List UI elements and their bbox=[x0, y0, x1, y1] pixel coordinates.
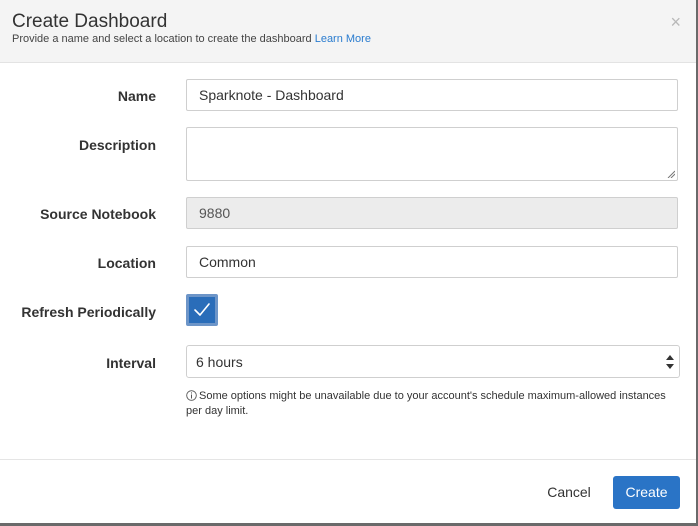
interval-note: Some options might be unavailable due to… bbox=[186, 389, 678, 419]
interval-selected-value: 6 hours bbox=[196, 354, 243, 370]
close-icon[interactable]: × bbox=[670, 13, 681, 31]
source-notebook-label: Source Notebook bbox=[40, 206, 156, 222]
name-input[interactable] bbox=[186, 79, 678, 111]
create-button[interactable]: Create bbox=[613, 476, 680, 509]
refresh-periodically-label: Refresh Periodically bbox=[21, 304, 156, 320]
info-icon bbox=[186, 390, 197, 401]
cancel-button[interactable]: Cancel bbox=[536, 476, 602, 508]
name-label: Name bbox=[117, 88, 156, 104]
learn-more-link[interactable]: Learn More bbox=[315, 33, 371, 45]
source-notebook-input bbox=[186, 197, 678, 229]
interval-label: Interval bbox=[106, 355, 156, 371]
interval-note-text: Some options might be unavailable due to… bbox=[186, 390, 666, 417]
location-input[interactable] bbox=[186, 246, 678, 278]
create-dashboard-dialog: Create Dashboard Provide a name and sele… bbox=[0, 0, 698, 526]
description-textarea[interactable] bbox=[186, 127, 678, 181]
resize-grip-icon[interactable] bbox=[667, 170, 675, 178]
interval-select[interactable]: 6 hours bbox=[186, 345, 680, 378]
dialog-footer: Cancel Create bbox=[0, 459, 696, 523]
dialog-header: Create Dashboard Provide a name and sele… bbox=[0, 0, 696, 63]
description-label: Description bbox=[78, 137, 156, 153]
location-label: Location bbox=[97, 255, 156, 271]
checkmark-icon bbox=[194, 303, 210, 316]
dialog-subtitle-text: Provide a name and select a location to … bbox=[12, 33, 312, 45]
refresh-periodically-checkbox[interactable] bbox=[186, 294, 218, 326]
select-arrows-icon bbox=[666, 355, 674, 369]
dialog-subtitle: Provide a name and select a location to … bbox=[12, 33, 371, 45]
dialog-title: Create Dashboard bbox=[12, 11, 168, 32]
